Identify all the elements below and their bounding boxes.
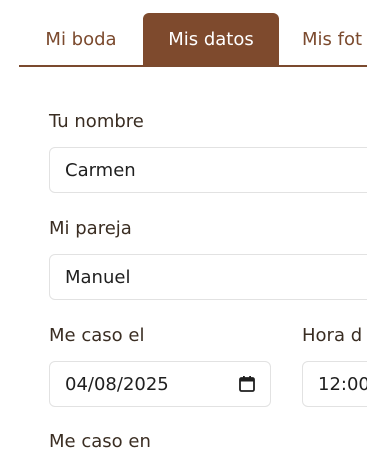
partner-label: Mi pareja (49, 218, 132, 239)
name-label: Tu nombre (49, 111, 144, 132)
wedding-date-label: Me caso el (49, 325, 145, 346)
wedding-time-input[interactable]: 12:00 (302, 361, 367, 407)
wedding-time-label: Hora d (302, 325, 363, 346)
wedding-date-value: 04/08/2025 (65, 373, 169, 395)
name-input[interactable]: Carmen (49, 147, 367, 193)
calendar-icon[interactable] (238, 375, 256, 393)
tab-bar: Mi boda Mis datos Mis fot (19, 13, 367, 67)
partner-input[interactable]: Manuel (49, 254, 367, 300)
profile-form-page: Mi boda Mis datos Mis fot Tu nombre Carm… (0, 0, 367, 453)
tab-mi-boda[interactable]: Mi boda (19, 13, 143, 65)
wedding-place-label: Me caso en (49, 431, 151, 452)
tab-mis-datos[interactable]: Mis datos (143, 13, 279, 65)
wedding-date-input[interactable]: 04/08/2025 (49, 361, 271, 407)
tab-mis-fotos[interactable]: Mis fot (279, 13, 367, 65)
